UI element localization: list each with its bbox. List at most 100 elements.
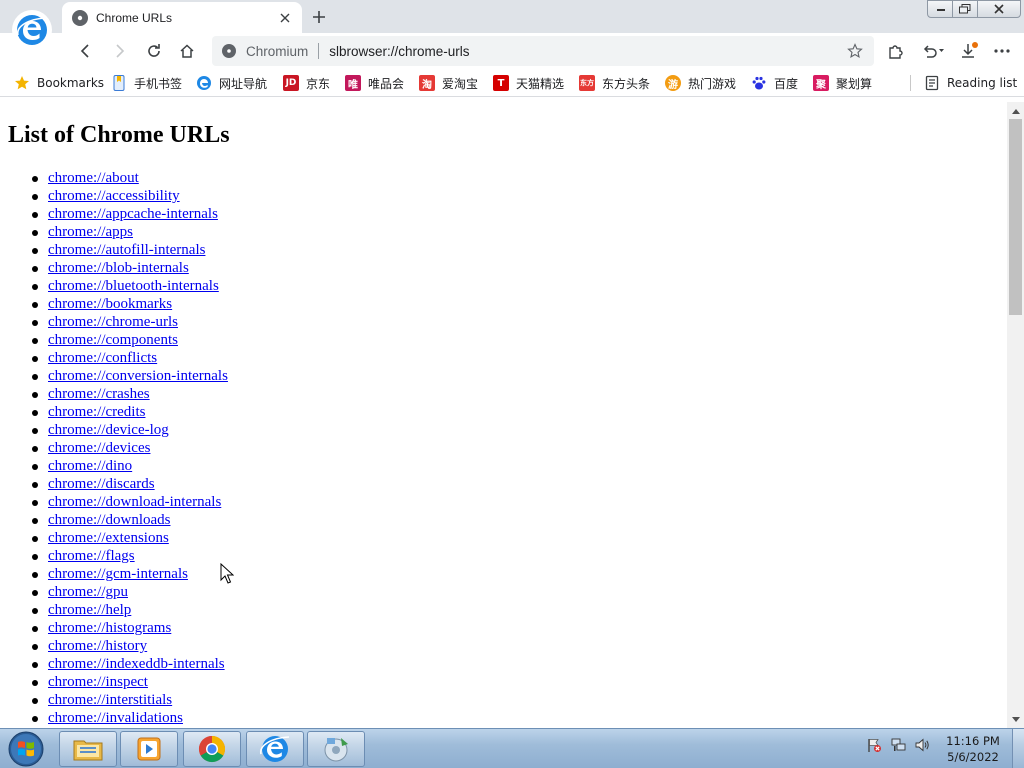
back-button[interactable] <box>72 37 100 65</box>
list-item: chrome://download-internals <box>0 493 600 511</box>
volume-icon[interactable] <box>914 737 930 753</box>
menu-button[interactable] <box>988 37 1016 65</box>
chrome-url-link[interactable]: chrome://credits <box>48 404 145 420</box>
game-icon: 游 <box>665 75 681 91</box>
bookmark-item-mobile-bookmarks[interactable]: 手机书签 <box>111 72 182 94</box>
chrome-url-link[interactable]: chrome://crashes <box>48 386 150 402</box>
baidu-icon <box>751 75 767 91</box>
chrome-url-link[interactable]: chrome://dino <box>48 458 132 474</box>
list-item: chrome://conflicts <box>0 349 600 367</box>
taskbar-file-explorer[interactable] <box>59 731 117 767</box>
chrome-url-link[interactable]: chrome://devices <box>48 440 150 456</box>
address-separator <box>318 43 320 59</box>
scroll-down-arrow-icon[interactable] <box>1007 711 1024 728</box>
address-bar[interactable]: Chromium slbrowser://chrome-urls <box>212 36 874 66</box>
start-button[interactable] <box>4 730 48 768</box>
chrome-url-link[interactable]: chrome://invalidations <box>48 710 183 726</box>
undo-button[interactable] <box>916 37 950 65</box>
chromium-icon <box>72 9 88 26</box>
home-button[interactable] <box>173 37 201 65</box>
scroll-up-arrow-icon[interactable] <box>1007 102 1024 119</box>
media-player-icon <box>137 737 161 761</box>
bookmark-item-taobao[interactable]: 淘 爱淘宝 <box>419 72 478 94</box>
chrome-url-link[interactable]: chrome://components <box>48 332 178 348</box>
chrome-url-link[interactable]: chrome://chrome-urls <box>48 314 178 330</box>
tmall-icon: T <box>493 75 509 91</box>
list-item: chrome://dino <box>0 457 600 475</box>
reload-button[interactable] <box>140 37 168 65</box>
chrome-url-link[interactable]: chrome://bluetooth-internals <box>48 278 219 294</box>
chrome-url-link[interactable]: chrome://device-log <box>48 422 169 438</box>
bookmark-label: 唯品会 <box>368 76 405 91</box>
list-item: chrome://downloads <box>0 511 600 529</box>
chrome-url-link[interactable]: chrome://apps <box>48 224 133 240</box>
bookmark-item-juhuasuan[interactable]: 聚 聚划算 <box>813 72 872 94</box>
network-icon[interactable] <box>891 737 907 753</box>
chrome-url-link[interactable]: chrome://inspect <box>48 674 148 690</box>
chrome-url-link[interactable]: chrome://download-internals <box>48 494 221 510</box>
taskbar-media-center[interactable] <box>307 731 365 767</box>
chrome-url-link[interactable]: chrome://extensions <box>48 530 169 546</box>
chrome-icon <box>198 735 226 763</box>
bookmark-item-jd[interactable]: JD 京东 <box>283 72 330 94</box>
forward-button[interactable] <box>105 37 133 65</box>
restore-button[interactable] <box>952 0 978 18</box>
close-tab-icon[interactable] <box>274 7 296 29</box>
scrollbar-thumb[interactable] <box>1009 119 1022 315</box>
reading-list-icon <box>924 75 940 91</box>
bookmark-item-site-navigation[interactable]: 网址导航 <box>196 72 267 94</box>
chrome-url-link[interactable]: chrome://history <box>48 638 147 654</box>
chrome-url-link[interactable]: chrome://downloads <box>48 512 170 528</box>
minimize-button[interactable] <box>927 0 955 18</box>
more-horizontal-icon <box>994 49 1010 53</box>
chrome-url-link[interactable]: chrome://gcm-internals <box>48 566 188 582</box>
star-bookmark-icon[interactable] <box>842 38 868 64</box>
bookmark-item-tmall[interactable]: T 天猫精选 <box>493 72 564 94</box>
bookmark-item-dftt[interactable]: 东方 东方头条 <box>579 72 650 94</box>
url-list: chrome://about chrome://accessibility chro… <box>0 169 600 727</box>
system-clock[interactable]: 11:16 PM 5/6/2022 <box>938 733 1008 765</box>
list-item: chrome://inspect <box>0 673 600 691</box>
chrome-url-link[interactable]: chrome://conflicts <box>48 350 157 366</box>
bookmark-item-vip[interactable]: 唯 唯品会 <box>345 72 404 94</box>
chrome-url-link[interactable]: chrome://autofill-internals <box>48 242 205 258</box>
bookmark-item-baidu[interactable]: 百度 <box>751 72 798 94</box>
windows-start-icon <box>8 731 44 767</box>
reading-list-button[interactable]: Reading list <box>924 72 1017 94</box>
new-tab-button[interactable] <box>306 4 332 30</box>
chrome-url-link[interactable]: chrome://flags <box>48 548 135 564</box>
chrome-url-link[interactable]: chrome://conversion-internals <box>48 368 228 384</box>
taskbar-chrome[interactable] <box>183 731 241 767</box>
toolbar: Chromium slbrowser://chrome-urls <box>0 33 1024 69</box>
bookmark-label: 天猫精选 <box>516 76 565 91</box>
show-desktop-button[interactable] <box>1012 729 1024 768</box>
home-icon <box>180 44 194 58</box>
chrome-url-link[interactable]: chrome://histograms <box>48 620 171 636</box>
chrome-url-link[interactable]: chrome://discards <box>48 476 155 492</box>
vertical-scrollbar[interactable] <box>1007 102 1024 728</box>
bookmark-label: 百度 <box>774 76 799 91</box>
chrome-url-link[interactable]: chrome://about <box>48 170 139 186</box>
tab-chrome-urls[interactable]: Chrome URLs <box>62 2 302 33</box>
chrome-url-link[interactable]: chrome://gpu <box>48 584 128 600</box>
browser-logo-icon <box>12 10 52 50</box>
bookmark-item-games[interactable]: 游 热门游戏 <box>665 72 736 94</box>
chrome-url-link[interactable]: chrome://interstitials <box>48 692 172 708</box>
chrome-url-link[interactable]: chrome://blob-internals <box>48 260 189 276</box>
list-item: chrome://crashes <box>0 385 600 403</box>
page-title: List of Chrome URLs <box>8 122 230 148</box>
action-center-flag-icon[interactable] <box>866 737 882 753</box>
extensions-button[interactable] <box>882 37 910 65</box>
chrome-url-link[interactable]: chrome://accessibility <box>48 188 180 204</box>
downloads-button[interactable] <box>955 37 983 65</box>
chrome-url-link[interactable]: chrome://appcache-internals <box>48 206 218 222</box>
bookmark-item-bookmarks[interactable]: Bookmarks <box>14 72 104 94</box>
bookmark-label: 聚划算 <box>836 76 873 91</box>
taskbar-browser[interactable] <box>246 731 304 767</box>
chrome-url-link[interactable]: chrome://bookmarks <box>48 296 172 312</box>
close-window-button[interactable] <box>977 0 1021 18</box>
chrome-url-link[interactable]: chrome://help <box>48 602 131 618</box>
taskbar-media-player[interactable] <box>120 731 178 767</box>
url-text[interactable]: slbrowser://chrome-urls <box>329 44 842 59</box>
chrome-url-link[interactable]: chrome://indexeddb-internals <box>48 656 225 672</box>
